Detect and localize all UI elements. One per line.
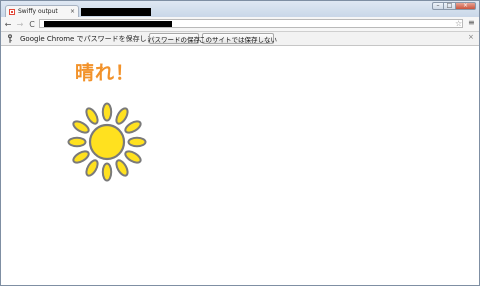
back-button[interactable]: ← — [3, 19, 13, 29]
key-icon — [8, 34, 12, 43]
sun-ray — [85, 159, 99, 177]
tab-swiffy-output[interactable]: Swiffy output × — [5, 5, 79, 17]
sun-ray — [101, 162, 113, 182]
sun-ray — [72, 120, 90, 134]
forward-button[interactable]: → — [15, 19, 25, 29]
sun-icon — [67, 102, 147, 182]
maximize-button[interactable]: □ — [444, 2, 456, 10]
minimize-button[interactable]: – — [432, 2, 444, 10]
never-save-button[interactable]: このサイトでは保存しない — [199, 33, 277, 44]
address-bar[interactable] — [39, 19, 463, 28]
password-infobar: Google Chrome でパスワードを保存しますか？ パスワードの保存 この… — [1, 32, 479, 46]
sun-ray — [85, 107, 99, 125]
sun-ray — [127, 136, 147, 148]
tab-close-icon[interactable]: × — [70, 8, 75, 15]
browser-toolbar: ← → C ☆ ≡ — [1, 17, 479, 32]
sun-ray — [72, 150, 90, 164]
redacted-url — [44, 21, 172, 27]
sun-ray — [101, 102, 113, 122]
sun-ray — [67, 136, 87, 148]
tab-strip: Swiffy output × – □ × — [1, 1, 479, 17]
new-tab-redacted[interactable] — [81, 8, 151, 16]
page-content: 晴れ！ — [1, 46, 479, 285]
tab-title: Swiffy output — [18, 8, 58, 15]
page-favicon-icon — [9, 8, 15, 15]
sun-ray — [115, 107, 129, 125]
sun-ray — [115, 159, 129, 177]
close-window-button[interactable]: × — [456, 2, 476, 10]
window-controls: – □ × — [432, 2, 476, 10]
sun-ray — [124, 150, 142, 164]
sun-disc — [88, 123, 126, 161]
browser-window: Swiffy output × – □ × ← → C ☆ ≡ Google C… — [0, 0, 480, 286]
weather-text: 晴れ！ — [75, 62, 136, 84]
save-password-button[interactable]: パスワードの保存 — [148, 33, 200, 44]
reload-button[interactable]: C — [27, 19, 37, 29]
sun-ray — [124, 120, 142, 134]
chrome-menu-icon[interactable]: ≡ — [468, 18, 475, 27]
infobar-close-icon[interactable]: × — [468, 33, 474, 41]
bookmark-star-icon[interactable]: ☆ — [455, 19, 462, 28]
